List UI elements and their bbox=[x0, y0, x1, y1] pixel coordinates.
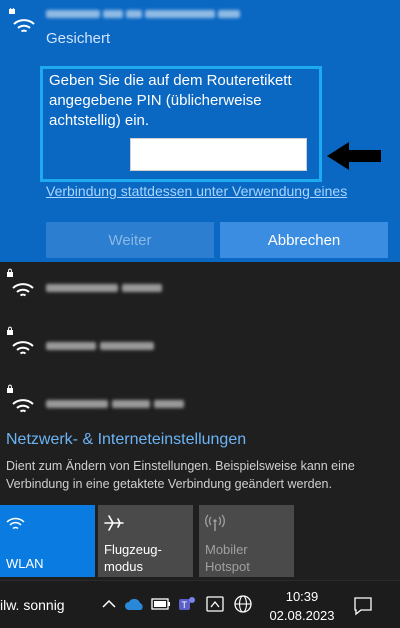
wifi-icon bbox=[6, 517, 25, 530]
wifi-secured-icon bbox=[9, 8, 35, 33]
network-list-item[interactable] bbox=[0, 264, 400, 324]
quick-action-wlan[interactable]: WLAN bbox=[0, 505, 95, 577]
wifi-secured-icon bbox=[7, 326, 34, 355]
quick-action-airplane-mode[interactable]: Flugzeug- modus bbox=[98, 505, 193, 577]
alternative-connection-link[interactable]: Verbindung stattdessen unter Verwendung … bbox=[46, 183, 400, 199]
clock-time: 10:39 bbox=[285, 589, 319, 604]
network-settings-description: Dient zum Ändern von Einstellungen. Beis… bbox=[6, 459, 355, 491]
network-list-item[interactable] bbox=[0, 322, 400, 382]
network-name-redacted bbox=[46, 400, 184, 408]
taskbar: ilw. sonnig T 10:39 02.08.2023 bbox=[0, 580, 400, 628]
network-globe-icon[interactable] bbox=[232, 593, 254, 615]
notification-icon[interactable] bbox=[352, 595, 374, 617]
chevron-up-icon[interactable] bbox=[98, 593, 120, 615]
hotspot-icon bbox=[205, 514, 225, 531]
quick-action-label: WLAN bbox=[6, 556, 44, 571]
clock-date: 02.08.2023 bbox=[269, 608, 335, 623]
network-status: Gesichert bbox=[46, 30, 111, 47]
network-name-redacted bbox=[46, 10, 240, 18]
left-arrow-icon bbox=[327, 142, 381, 170]
battery-icon[interactable] bbox=[150, 593, 172, 615]
pin-input[interactable] bbox=[130, 138, 307, 171]
network-name-redacted bbox=[46, 284, 162, 292]
quick-action-label: Mobiler Hotspot bbox=[205, 542, 250, 574]
app-tray-icon[interactable] bbox=[204, 593, 226, 615]
wifi-secured-icon bbox=[7, 268, 34, 297]
teams-icon[interactable]: T bbox=[176, 593, 198, 615]
wifi-secured-icon bbox=[7, 384, 34, 413]
pin-prompt-text: Geben Sie die auf dem Routeretikett ange… bbox=[49, 72, 292, 129]
pin-entry-highlight: Geben Sie die auf dem Routeretikett ange… bbox=[40, 66, 322, 182]
network-settings-link[interactable]: Netzwerk- & Interneteinstellungen bbox=[6, 431, 246, 449]
network-name-redacted bbox=[46, 342, 154, 350]
quick-action-mobile-hotspot[interactable]: Mobiler Hotspot bbox=[199, 505, 294, 577]
cancel-button[interactable]: Abbrechen bbox=[220, 222, 388, 258]
airplane-icon bbox=[104, 515, 124, 531]
onedrive-icon[interactable] bbox=[124, 593, 146, 615]
next-button[interactable]: Weiter bbox=[46, 222, 214, 258]
svg-text:T: T bbox=[182, 600, 188, 610]
quick-action-label: Flugzeug- modus bbox=[104, 542, 162, 574]
weather-widget[interactable]: ilw. sonnig bbox=[0, 597, 65, 613]
selected-network-panel: Gesichert Geben Sie die auf dem Routeret… bbox=[0, 0, 400, 262]
taskbar-clock[interactable]: 10:39 02.08.2023 bbox=[262, 587, 342, 625]
